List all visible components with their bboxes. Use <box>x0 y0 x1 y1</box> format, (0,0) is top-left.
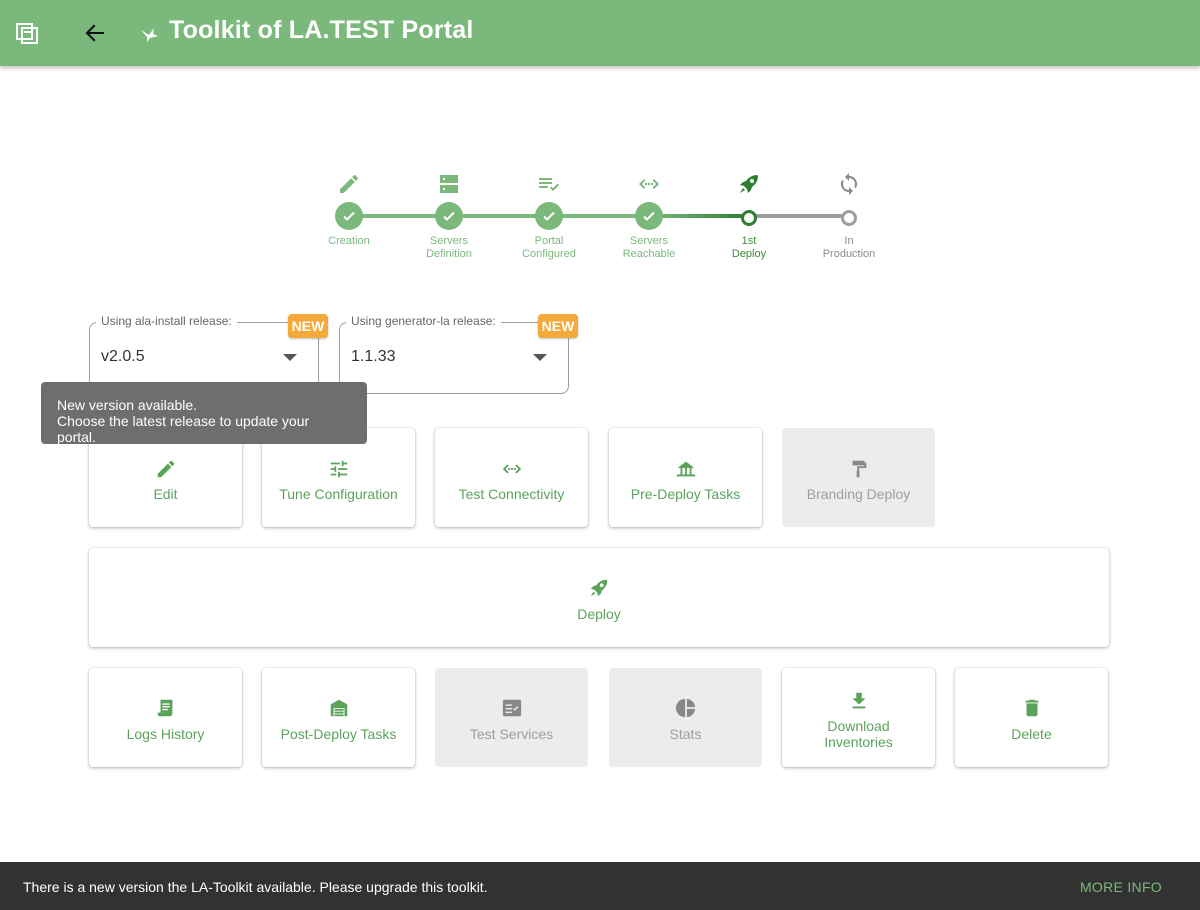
new-version-tooltip: New version available. Choose the latest… <box>41 382 367 445</box>
warehouse-icon <box>262 697 415 719</box>
trash-icon <box>955 697 1108 719</box>
pre-deploy-tasks-button[interactable]: Pre-Deploy Tasks <box>609 428 762 527</box>
download-icon <box>782 690 935 712</box>
delete-button[interactable]: Delete <box>955 668 1108 767</box>
step-servers-reachable[interactable]: Servers Reachable <box>599 172 699 260</box>
step-done-check-icon <box>335 202 363 230</box>
generator-la-release-label: Using generator-la release: <box>346 314 501 328</box>
step-label: 1st Deploy <box>731 235 767 260</box>
rocket-icon <box>89 577 1109 599</box>
playlist-check-icon <box>537 172 561 196</box>
code-arrows-icon <box>637 172 661 196</box>
ala-install-release-label: Using ala-install release: <box>96 314 237 328</box>
back-arrow-icon[interactable] <box>79 17 111 49</box>
checklist-icon <box>435 697 588 719</box>
test-connectivity-button[interactable]: Test Connectivity <box>435 428 588 527</box>
branding-deploy-button[interactable]: Branding Deploy <box>782 428 935 527</box>
page-title: Toolkit of LA.TEST Portal <box>169 16 474 44</box>
download-inventories-button[interactable]: Download Inventories <box>782 668 935 767</box>
deploy-button[interactable]: Deploy <box>89 548 1109 647</box>
step-done-check-icon <box>635 202 663 230</box>
step-label: Servers Definition <box>426 235 472 260</box>
step-pending-dot <box>841 210 857 226</box>
server-icon <box>437 172 461 196</box>
generator-la-release-value: 1.1.33 <box>351 348 396 365</box>
more-info-button[interactable]: MORE INFO <box>1080 879 1162 895</box>
step-label: Servers Reachable <box>622 235 676 260</box>
step-portal-configured[interactable]: Portal Configured <box>499 172 599 260</box>
generator-la-release-select[interactable]: Using generator-la release: 1.1.33 <box>339 314 569 394</box>
pencil-icon <box>337 172 361 196</box>
step-done-check-icon <box>535 202 563 230</box>
chevron-down-icon[interactable] <box>283 354 297 361</box>
post-deploy-tasks-button[interactable]: Post-Deploy Tasks <box>262 668 415 767</box>
rocket-icon <box>737 172 761 196</box>
tune-icon <box>262 458 415 480</box>
step-first-deploy[interactable]: 1st Deploy <box>699 172 799 260</box>
chart-pie-icon <box>609 697 762 719</box>
logs-history-button[interactable]: Logs History <box>89 668 242 767</box>
sync-icon <box>837 172 861 196</box>
new-badge: NEW <box>288 314 328 338</box>
new-badge: NEW <box>538 314 578 338</box>
app-bar: Toolkit of LA.TEST Portal <box>0 0 1200 66</box>
step-current-dot <box>741 210 757 226</box>
stepper-line-current <box>649 214 749 218</box>
ala-install-release-value: v2.0.5 <box>101 348 145 365</box>
bridge-icon <box>609 458 762 480</box>
step-creation[interactable]: Creation <box>299 172 399 247</box>
pencil-icon <box>89 458 242 480</box>
step-done-check-icon <box>435 202 463 230</box>
step-label: Portal Configured <box>522 235 576 260</box>
step-label: In Production <box>822 235 876 260</box>
paint-roller-icon <box>782 458 935 480</box>
step-label: Creation <box>328 235 370 247</box>
test-services-button[interactable]: Test Services <box>435 668 588 767</box>
stepper-line-pending <box>749 214 849 218</box>
step-servers-definition[interactable]: Servers Definition <box>399 172 499 260</box>
menu-toggle-icon[interactable] <box>11 17 43 49</box>
update-snackbar: There is a new version the LA-Toolkit av… <box>0 862 1200 910</box>
bird-logo-icon <box>138 22 160 44</box>
step-in-production[interactable]: In Production <box>799 172 899 260</box>
code-arrows-icon <box>435 458 588 480</box>
snackbar-message: There is a new version the LA-Toolkit av… <box>23 879 488 895</box>
stats-button[interactable]: Stats <box>609 668 762 767</box>
script-icon <box>89 697 242 719</box>
stepper-line-done <box>349 214 649 218</box>
chevron-down-icon[interactable] <box>533 354 547 361</box>
